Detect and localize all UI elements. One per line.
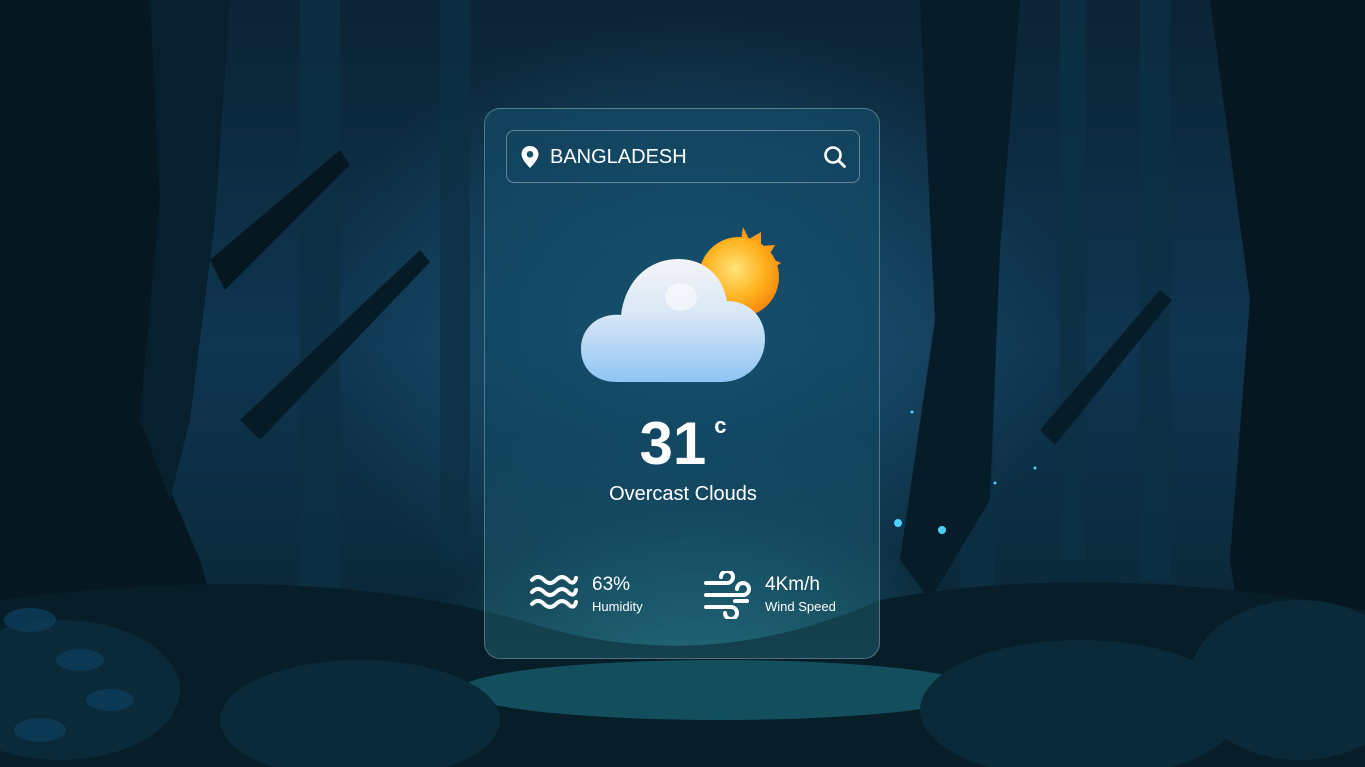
sun-behind-cloud-icon — [581, 227, 781, 382]
weather-description: Overcast Clouds — [609, 483, 757, 505]
temperature: 31 c — [485, 409, 881, 479]
humidity-label: Humidity — [592, 599, 643, 614]
humidity-waves-icon — [530, 575, 578, 609]
wind-value: 4Km/h — [765, 574, 820, 595]
weather-card: 31 c Overcast Clouds 63% Humidity 4Km/h W… — [484, 108, 880, 659]
location-pin-icon — [521, 146, 539, 168]
search-icon[interactable] — [823, 145, 847, 169]
search-bar — [506, 130, 860, 183]
wind-icon — [704, 571, 751, 619]
wind-label: Wind Speed — [765, 599, 836, 614]
temperature-value: 31 — [639, 410, 707, 477]
temperature-unit: c — [714, 413, 727, 438]
humidity-value: 63% — [592, 574, 631, 595]
search-input[interactable] — [550, 140, 810, 174]
